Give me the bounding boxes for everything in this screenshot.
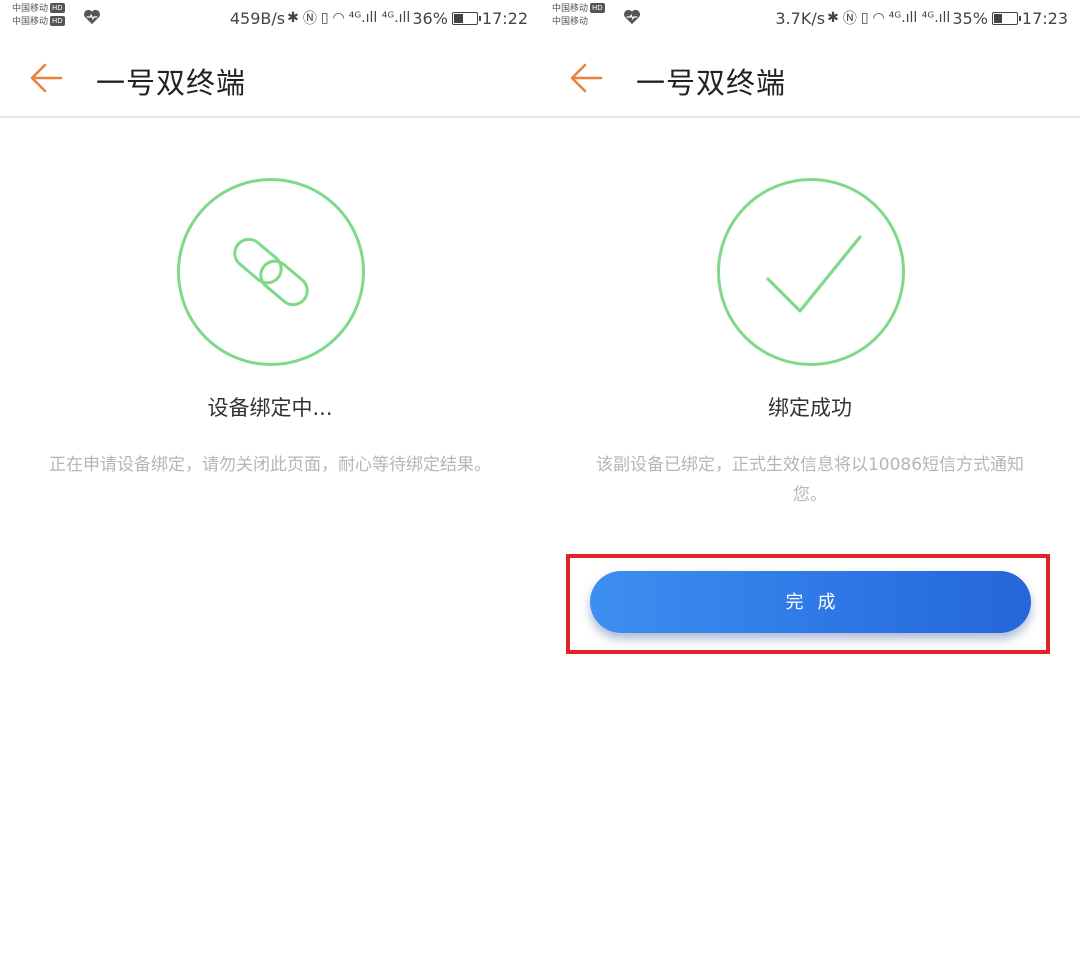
battery-icon bbox=[991, 11, 1021, 25]
status-bar: 中国移动 HD 中国移动 3.7K/s ✱ Ⓝ ▯ ◠ ⁴ᴳ.ıll ⁴ᴳ.ıll… bbox=[540, 0, 1080, 40]
network-speed: 3.7K/s bbox=[775, 8, 826, 28]
network-speed: 459B/s bbox=[229, 8, 286, 28]
hd-badge: HD bbox=[50, 16, 65, 26]
hd-badge: HD bbox=[50, 3, 65, 13]
vibrate-icon: ▯ bbox=[860, 10, 869, 26]
nfc-icon: Ⓝ bbox=[302, 11, 317, 27]
bluetooth-icon: ✱ bbox=[827, 10, 839, 26]
carrier-info: 中国移动 HD 中国移动 HD bbox=[12, 3, 65, 29]
status-indicators: 3.7K/s ✱ Ⓝ ▯ ◠ ⁴ᴳ.ıll ⁴ᴳ.ıll 35% 17:23 bbox=[775, 8, 1068, 28]
heart-icon bbox=[624, 9, 640, 25]
battery-icon bbox=[451, 11, 481, 25]
signal-icon: ⁴ᴳ.ıll ⁴ᴳ.ıll bbox=[888, 10, 951, 26]
binding-status-description: 正在申请设备绑定，请勿关闭此页面，耐心等待绑定结果。 bbox=[49, 455, 491, 475]
binding-status-description: 该副设备已绑定，正式生效信息将以10086短信方式通知您。 bbox=[595, 455, 1025, 505]
binding-status-title: 设备绑定中... bbox=[207, 396, 333, 420]
binding-in-progress-screen: 中国移动 HD 中国移动 HD 459B/s ✱ Ⓝ ▯ ◠ ⁴ᴳ.ıll ⁴ᴳ.ı… bbox=[0, 0, 540, 960]
hd-badge: HD bbox=[590, 3, 605, 13]
back-arrow-icon[interactable] bbox=[568, 60, 604, 96]
binding-status-title: 绑定成功 bbox=[768, 396, 852, 420]
binding-success-screen: 中国移动 HD 中国移动 3.7K/s ✱ Ⓝ ▯ ◠ ⁴ᴳ.ıll ⁴ᴳ.ıll… bbox=[540, 0, 1080, 960]
page-title: 一号双终端 bbox=[96, 66, 247, 100]
signal-icon: ⁴ᴳ.ıll ⁴ᴳ.ıll bbox=[348, 10, 411, 26]
vibrate-icon: ▯ bbox=[320, 10, 329, 26]
nfc-icon: Ⓝ bbox=[842, 11, 857, 27]
done-button[interactable]: 完成 bbox=[590, 571, 1031, 633]
heart-icon bbox=[84, 9, 100, 25]
battery-fill bbox=[993, 13, 1003, 23]
carrier-1: 中国移动 bbox=[12, 4, 49, 14]
status-circle bbox=[177, 178, 365, 366]
back-arrow-icon[interactable] bbox=[28, 60, 64, 96]
status-indicators: 459B/s ✱ Ⓝ ▯ ◠ ⁴ᴳ.ıll ⁴ᴳ.ıll 36% 17:22 bbox=[230, 8, 528, 28]
battery-percent: 35% bbox=[952, 8, 988, 28]
page-title: 一号双终端 bbox=[636, 66, 787, 100]
check-icon bbox=[766, 235, 862, 313]
status-circle bbox=[717, 178, 905, 366]
app-header: 一号双终端 bbox=[540, 40, 1080, 118]
carrier-1: 中国移动 bbox=[552, 4, 589, 14]
battery-percent: 36% bbox=[412, 8, 448, 28]
battery-fill bbox=[453, 13, 463, 23]
status-bar: 中国移动 HD 中国移动 HD 459B/s ✱ Ⓝ ▯ ◠ ⁴ᴳ.ıll ⁴ᴳ.ı… bbox=[0, 0, 540, 40]
clock: 17:22 bbox=[481, 8, 528, 28]
wifi-icon: ◠ bbox=[872, 10, 885, 26]
carrier-2: 中国移动 bbox=[552, 17, 589, 27]
wifi-icon: ◠ bbox=[332, 10, 345, 26]
link-icon bbox=[233, 237, 309, 307]
bluetooth-icon: ✱ bbox=[287, 10, 299, 26]
carrier-2: 中国移动 bbox=[12, 17, 49, 27]
clock: 17:23 bbox=[1021, 8, 1068, 28]
app-header: 一号双终端 bbox=[0, 40, 540, 118]
carrier-info: 中国移动 HD 中国移动 bbox=[552, 3, 605, 29]
